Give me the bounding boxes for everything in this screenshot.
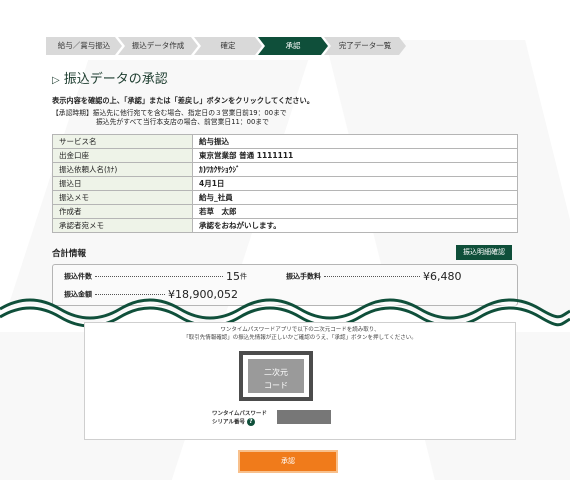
page-title: ▷ 振込データの承認 (52, 68, 168, 87)
serial-number-label: ワンタイムパスワード シリアル番号 ? (212, 411, 267, 427)
row-key: 作成者 (52, 204, 193, 219)
row-key: サービス名 (52, 134, 193, 149)
table-row: サービス名 給与振込 (52, 134, 518, 149)
row-key: 振込メモ (52, 190, 193, 205)
row-value: ｶ)ﾜｶｸｻｼｮｳｼﾞ (192, 162, 518, 177)
step-approve: 承認 (258, 37, 328, 55)
serial-label-text: シリアル番号 (212, 419, 245, 426)
instruction-text: 表示内容を確認の上、「承認」または「差戻し」ボタンをクリックしてください。 (52, 96, 314, 105)
transfer-count-label: 振込件数 (64, 272, 92, 281)
step-create-data: 振込データ作成 (118, 37, 198, 55)
approve-button[interactable]: 承認 (238, 450, 338, 473)
table-row: 作成者 若草 太郎 (52, 204, 518, 219)
serial-label-line: シリアル番号 ? (212, 418, 267, 427)
table-row: 振込日 4月1日 (52, 176, 518, 191)
page-title-text: 振込データの承認 (63, 72, 168, 87)
serial-label-line: ワンタイムパスワード (212, 411, 267, 417)
dot-leader (324, 276, 420, 277)
note-line: 振込先がすべて当行本支店の場合、前営業日11：00まで (96, 118, 269, 126)
qr-code: 二次元 コード (239, 351, 313, 401)
triangle-bullet-icon: ▷ (52, 75, 60, 86)
transfer-fee-row: 振込手数料 ¥6,480 (286, 270, 462, 283)
step-completed-list: 完了データ一覧 (324, 37, 406, 55)
row-value: 4月1日 (192, 176, 518, 191)
serial-number-field[interactable] (277, 410, 331, 424)
row-value: 給与振込 (192, 134, 518, 149)
row-key: 振込日 (52, 176, 193, 191)
qr-line: コード (264, 381, 288, 390)
dot-leader (95, 276, 223, 277)
step-confirm: 確定 (194, 37, 262, 55)
approval-deadline-note: 【承認時期】振込先に他行宛てを含む場合、指定日の３営業日前19：00まで 振込先… (52, 109, 287, 127)
transfer-details-button[interactable]: 振込明細確認 (456, 245, 512, 260)
table-row: 振込メモ 給与_社員 (52, 190, 518, 205)
row-key: 振込依頼人名(ｶﾅ) (52, 162, 193, 177)
help-icon[interactable]: ? (246, 418, 255, 426)
otp-instruction: ワンタイムパスワードアプリで以下の二次元コードを読み取り、 「取引先情報確認」の… (84, 326, 516, 342)
table-row: 振込依頼人名(ｶﾅ) ｶ)ﾜｶｸｻｼｮｳｼﾞ (52, 162, 518, 177)
qr-line: 二次元 (264, 368, 288, 377)
table-row: 出金口座 東京営業部 普通 1111111 (52, 148, 518, 163)
row-value: 東京営業部 普通 1111111 (192, 148, 518, 163)
transfer-count-value: 15 (226, 270, 240, 283)
progress-stepper: 給与／賞与振込 振込データ作成 確定 承認 完了データ一覧 (46, 37, 406, 55)
transfer-info-table: サービス名 給与振込 出金口座 東京営業部 普通 1111111 振込依頼人名(ｶﾅ… (52, 134, 518, 233)
otp-line: 「取引先情報確認」の振込先情報が正しいかご確認のうえ、「承認」ボタンを押してくだ… (183, 335, 417, 341)
otp-line: ワンタイムパスワードアプリで以下の二次元コードを読み取り、 (220, 327, 380, 333)
table-row: 承認者宛メモ 承認をおねがいします。 (52, 218, 518, 233)
note-line: 【承認時期】振込先に他行宛てを含む場合、指定日の３営業日前19：00まで (52, 109, 287, 117)
row-value: 給与_社員 (192, 190, 518, 205)
transfer-fee-value: ¥6,480 (423, 270, 462, 283)
transfer-count-row: 振込件数 15件 (64, 270, 247, 283)
row-key: 出金口座 (52, 148, 193, 163)
transfer-count-unit: 件 (240, 272, 247, 281)
transfer-fee-label: 振込手数料 (286, 272, 321, 281)
step-salary-transfer: 給与／賞与振込 (46, 37, 122, 55)
summary-section-title: 合計情報 (52, 249, 87, 259)
qr-code-placeholder: 二次元 コード (248, 359, 304, 393)
row-value: 承認をおねがいします。 (192, 218, 518, 233)
row-key: 承認者宛メモ (52, 218, 193, 233)
row-value: 若草 太郎 (192, 204, 518, 219)
